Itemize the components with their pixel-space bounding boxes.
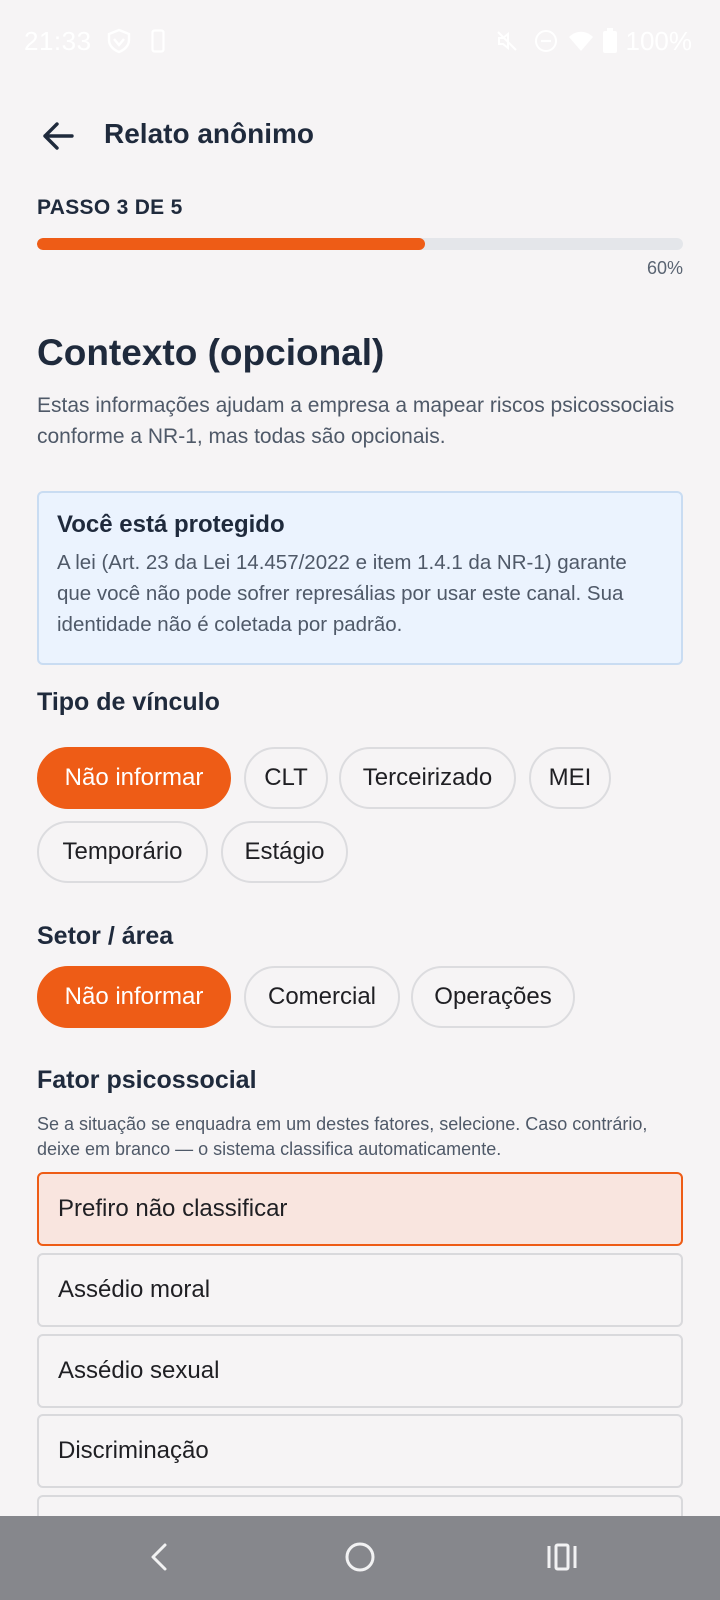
progress-fill	[37, 238, 425, 250]
shield-icon	[106, 26, 132, 56]
screen: 21:33 100% Relato anônimo PASSO 3 DE 5 6…	[0, 0, 720, 1600]
section-description: Estas informações ajudam a empresa a map…	[37, 394, 675, 448]
battery-icon	[602, 26, 618, 56]
progress-bar	[37, 238, 683, 250]
arrow-left-icon	[41, 121, 75, 156]
setor-chip-comercial[interactable]: Comercial	[244, 966, 400, 1028]
page-title: Relato anônimo	[104, 118, 315, 149]
battery-percent: 100%	[625, 26, 693, 56]
fator-option-prefiro-nao-classificar[interactable]: Prefiro não classificar	[37, 1172, 683, 1246]
status-bar: 21:33 100%	[0, 0, 720, 84]
dnd-icon	[534, 26, 558, 56]
protection-info-box: Você está protegido A lei (Art. 23 da Le…	[37, 491, 683, 665]
vinculo-chip-mei[interactable]: MEI	[529, 747, 611, 809]
status-time: 21:33	[24, 26, 92, 56]
vinculo-chip-temporario[interactable]: Temporário	[37, 821, 208, 883]
app-header: Relato anônimo	[0, 100, 720, 176]
vinculo-chip-nao-informar[interactable]: Não informar	[37, 747, 231, 809]
section-title: Contexto (opcional)	[37, 332, 385, 373]
setor-chip-nao-informar[interactable]: Não informar	[37, 966, 231, 1028]
fator-help-text: Se a situação se enquadra em um destes f…	[37, 1114, 648, 1159]
nav-recents-button[interactable]	[537, 1534, 587, 1584]
setor-label: Setor / área	[37, 922, 174, 950]
step-label: PASSO 3 DE 5	[37, 196, 183, 219]
mute-icon	[494, 26, 520, 56]
fator-option-assedio-moral[interactable]: Assédio moral	[37, 1253, 683, 1327]
nav-home-button[interactable]	[335, 1534, 385, 1584]
fator-option-assedio-sexual[interactable]: Assédio sexual	[37, 1334, 683, 1408]
phone-icon	[150, 26, 166, 56]
system-nav-bar	[0, 1516, 720, 1600]
vinculo-chip-estagio[interactable]: Estágio	[221, 821, 348, 883]
wifi-icon	[568, 26, 594, 56]
fator-label: Fator psicossocial	[37, 1066, 257, 1094]
home-nav-icon	[344, 1541, 376, 1578]
back-nav-icon	[148, 1542, 170, 1577]
setor-chip-operacoes[interactable]: Operações	[411, 966, 575, 1028]
nav-back-button[interactable]	[134, 1534, 184, 1584]
back-button[interactable]	[28, 108, 88, 168]
fator-option-discriminacao[interactable]: Discriminação	[37, 1414, 683, 1488]
info-title: Você está protegido	[57, 511, 285, 538]
progress-percent: 60%	[646, 258, 683, 278]
recents-nav-icon	[546, 1543, 578, 1576]
vinculo-label: Tipo de vínculo	[37, 688, 220, 716]
vinculo-chip-clt[interactable]: CLT	[244, 747, 328, 809]
vinculo-chip-terceirizado[interactable]: Terceirizado	[339, 747, 516, 809]
info-text: A lei (Art. 23 da Lei 14.457/2022 e item…	[57, 551, 627, 636]
